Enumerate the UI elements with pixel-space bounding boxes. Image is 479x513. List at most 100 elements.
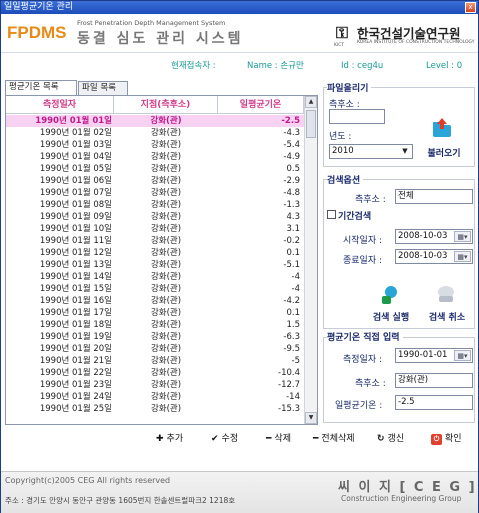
search-station-input[interactable]: 전체 [395, 189, 473, 204]
column-header-temp[interactable]: 일평균기온 [218, 96, 304, 114]
cell-date: 1990년 01월 24일 [39, 392, 112, 402]
cell-station: 강화(관) [150, 164, 182, 174]
table-row[interactable]: 1990년 01월 04일 강화(관) -4.9 [6, 151, 304, 163]
table-row[interactable]: 1990년 01월 21일 강화(관) -5 [6, 355, 304, 367]
avg-temp-field[interactable]: -2.5 [395, 395, 473, 410]
delete-all-button[interactable]: ━ 전체삭제 [313, 431, 355, 447]
measure-date-picker[interactable]: 1990-01-01 ▦▾ [395, 348, 473, 363]
tab-file-list[interactable]: 파일 목록 [78, 81, 128, 96]
close-button[interactable]: x [465, 2, 476, 13]
title-bar[interactable]: 일일평균기온 관리 x [1, 1, 478, 14]
table-row[interactable]: 1990년 01월 18일 강화(관) 1.5 [6, 319, 304, 331]
user-info-bar: 현재접속자 : Name : 손규만 Id : ceg4u Level : 0 [1, 54, 478, 78]
add-button[interactable]: ✚ 추가 [156, 431, 183, 447]
cell-temp: -6.3 [283, 332, 300, 342]
measure-date-value: 1990-01-01 [398, 350, 448, 360]
measure-date-label: 측정일자 : [343, 355, 383, 365]
cell-temp: -2.5 [281, 116, 300, 126]
cell-temp: -9.5 [283, 344, 300, 354]
search-cancel-button[interactable]: 검색 취소 [423, 310, 471, 323]
column-header-station[interactable]: 지점(측후소) [114, 96, 218, 114]
input-station-field[interactable]: 강화(관) [395, 373, 473, 388]
cell-date: 1990년 01월 03일 [39, 140, 112, 150]
cell-station: 강화(관) [150, 404, 182, 414]
delete-label: 삭제 [274, 434, 291, 444]
start-date-value: 2008-10-03 [398, 231, 448, 241]
cell-date: 1990년 01월 25일 [39, 404, 112, 414]
period-checkbox[interactable] [327, 210, 336, 219]
app-header: FPDMS Frost Penetration Depth Management… [1, 15, 478, 53]
delete-all-label: 전체삭제 [321, 434, 355, 444]
table-row[interactable]: 1990년 01월 02일 강화(관) -4.3 [6, 127, 304, 139]
cell-date: 1990년 01월 21일 [39, 356, 112, 366]
current-user-label: 현재접속자 : [171, 61, 216, 71]
table-row[interactable]: 1990년 01월 10일 강화(관) 3.1 [6, 223, 304, 235]
scroll-thumb[interactable] [306, 110, 316, 138]
table-row[interactable]: 1990년 01월 07일 강화(관) -4.8 [6, 187, 304, 199]
scroll-up-icon[interactable]: ▲ [305, 96, 317, 108]
search-station-label: 측후소 : [355, 195, 386, 205]
cell-station: 강화(관) [150, 296, 182, 306]
cell-station: 강화(관) [150, 140, 182, 150]
search-run-button[interactable]: 검색 실행 [367, 310, 415, 323]
cell-temp: -4.8 [283, 188, 300, 198]
start-date-label: 시작일자 : [343, 236, 383, 246]
table-row[interactable]: 1990년 01월 09일 강화(관) 4.3 [6, 211, 304, 223]
table-row[interactable]: 1990년 01월 12일 강화(관) 0.1 [6, 247, 304, 259]
refresh-label: 갱신 [387, 434, 405, 444]
cell-station: 강화(관) [150, 200, 182, 210]
cell-station: 강화(관) [150, 272, 182, 282]
folder-download-icon[interactable] [431, 117, 453, 139]
table-row[interactable]: 1990년 01월 11일 강화(관) -0.2 [6, 235, 304, 247]
delete-button[interactable]: ━ 삭제 [266, 431, 291, 447]
cell-date: 1990년 01월 19일 [39, 332, 112, 342]
app-logo-subtitle: Frost Penetration Depth Management Syste… [77, 19, 226, 27]
cell-station: 강화(관) [150, 212, 182, 222]
cell-date: 1990년 01월 09일 [39, 212, 112, 222]
end-date-picker[interactable]: 2008-10-03 ▦▾ [395, 249, 473, 264]
table-row[interactable]: 1990년 01월 24일 강화(관) -14 [6, 391, 304, 403]
cell-date: 1990년 01월 01일 [35, 116, 112, 126]
cell-temp: -4.2 [283, 296, 300, 306]
cell-date: 1990년 01월 08일 [39, 200, 112, 210]
cell-date: 1990년 01월 18일 [39, 320, 112, 330]
table-row[interactable]: 1990년 01월 22일 강화(관) -10.4 [6, 367, 304, 379]
table-row[interactable]: 1990년 01월 20일 강화(관) -9.5 [6, 343, 304, 355]
load-file-button[interactable]: 불러오기 [423, 146, 465, 159]
table-row[interactable]: 1990년 01월 16일 강화(관) -4.2 [6, 295, 304, 307]
tab-temperature-list[interactable]: 평균기온 목록 [5, 80, 77, 96]
window-title: 일일평균기온 관리 [4, 2, 74, 12]
table-row[interactable]: 1990년 01월 25일 강화(관) -15.3 [6, 403, 304, 415]
table-row[interactable]: 1990년 01월 15일 강화(관) -4 [6, 283, 304, 295]
table-row[interactable]: 1990년 01월 08일 강화(관) -1.3 [6, 199, 304, 211]
cell-station: 강화(관) [150, 380, 182, 390]
refresh-button[interactable]: ↻ 갱신 [377, 431, 404, 447]
year-select[interactable]: 2010 ▼ [329, 144, 413, 159]
cell-temp: -2.9 [283, 176, 300, 186]
table-row[interactable]: 1990년 01월 23일 강화(관) -12.7 [6, 379, 304, 391]
calendar-dropdown-icon[interactable]: ▦▾ [454, 251, 471, 262]
table-row[interactable]: 1990년 01월 06일 강화(관) -2.9 [6, 175, 304, 187]
calendar-dropdown-icon[interactable]: ▦▾ [454, 350, 471, 361]
scroll-down-icon[interactable]: ▼ [305, 412, 317, 424]
file-station-input[interactable] [329, 109, 385, 124]
cell-temp: 1.5 [286, 320, 300, 330]
chevron-down-icon[interactable]: ▼ [399, 146, 411, 157]
table-row[interactable]: 1990년 01월 03일 강화(관) -5.4 [6, 139, 304, 151]
address-text: 주소 : 경기도 안양시 동안구 관양동 1605번지 한솔센트럴파크2 121… [5, 496, 236, 505]
search-run-icon[interactable] [379, 284, 401, 306]
check-icon: ✔ [211, 434, 219, 444]
calendar-dropdown-icon[interactable]: ▦▾ [454, 231, 471, 242]
table-row[interactable]: 1990년 01월 19일 강화(관) -6.3 [6, 331, 304, 343]
search-cancel-icon[interactable] [435, 283, 457, 305]
confirm-button[interactable]: ⏻ 확인 [431, 431, 462, 447]
start-date-picker[interactable]: 2008-10-03 ▦▾ [395, 229, 473, 244]
table-row[interactable]: 1990년 01월 05일 강화(관) 0.5 [6, 163, 304, 175]
grid-scrollbar[interactable]: ▲ ▼ [304, 96, 317, 424]
table-row[interactable]: 1990년 01월 01일 강화(관) -2.5 [6, 115, 304, 127]
table-row[interactable]: 1990년 01월 14일 강화(관) -4 [6, 271, 304, 283]
column-header-date[interactable]: 측정일자 [6, 96, 114, 114]
table-row[interactable]: 1990년 01월 17일 강화(관) 0.1 [6, 307, 304, 319]
edit-button[interactable]: ✔ 수정 [211, 431, 238, 447]
table-row[interactable]: 1990년 01월 13일 강화(관) -5.1 [6, 259, 304, 271]
